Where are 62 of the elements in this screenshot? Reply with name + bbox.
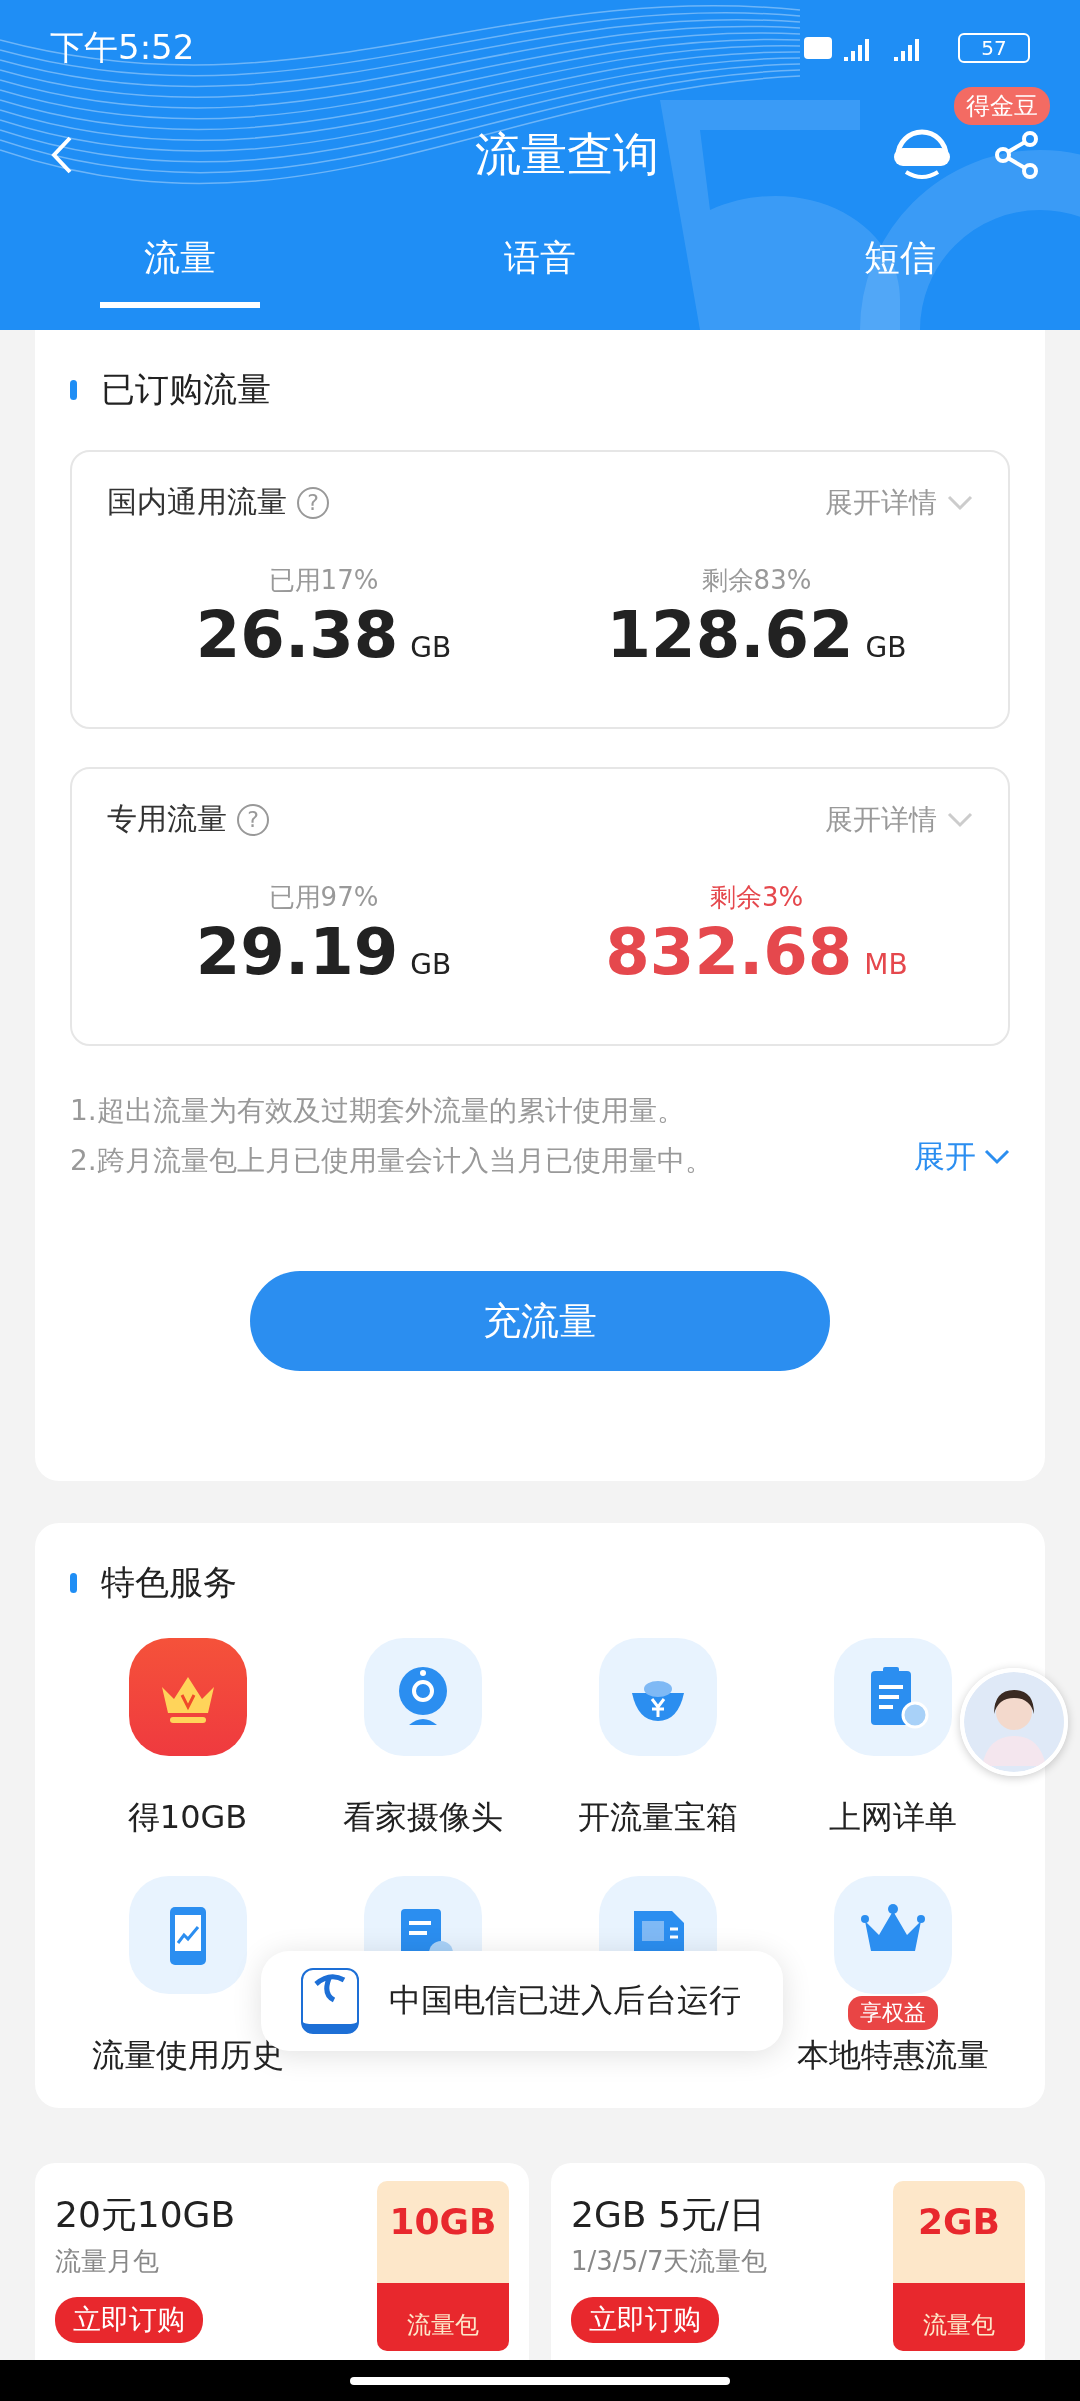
remaining-percent: 剩余83% (701, 564, 812, 597)
remaining-amount: 832.68 (605, 915, 853, 989)
app-icon (301, 1968, 359, 2034)
status-time: 下午5:52 (50, 25, 195, 69)
expand-details-link[interactable]: 展开详情 (825, 800, 937, 839)
icon-background[interactable] (128, 1638, 247, 1756)
service-label[interactable]: 流量使用历史 (91, 2034, 284, 2078)
chevron-down-icon (984, 1149, 1010, 1165)
service-label[interactable]: 上网详单 (828, 1796, 957, 1840)
toast-text: 中国电信已进入后台运行 (389, 1980, 741, 2021)
section-title: 特色服务 (101, 1561, 237, 1604)
back-icon[interactable] (50, 135, 74, 175)
unit-label: GB (865, 631, 907, 664)
used-amount: 26.38 (195, 598, 399, 672)
section-title: 已订购流量 (101, 368, 271, 411)
recharge-button[interactable]: 充流量 (250, 1271, 830, 1371)
data-pack-graphic: 10GB 流量包 (377, 2181, 509, 2351)
home-indicator[interactable] (350, 2376, 730, 2385)
note-text: 2.跨月流量包上月已使用量会计入当月已使用量中。 (70, 1143, 714, 1179)
expand-link[interactable]: 展开 (914, 1136, 1010, 1186)
pool-name: 国内通用流量 (107, 483, 287, 521)
tab[interactable]: 短信 (820, 215, 980, 308)
icon-background[interactable] (363, 1638, 482, 1756)
remaining-percent: 剩余3% (709, 881, 804, 914)
help-icon[interactable]: ? (297, 486, 329, 519)
offer-card[interactable]: 2GB 5元/日 1/3/5/7天流量包 立即订购 2GB 流量包 (551, 2163, 1045, 2360)
offer-card[interactable]: 20元10GB 流量月包 立即订购 10GB 流量包 (35, 2163, 529, 2360)
page-title: 流量查询 (474, 126, 660, 183)
unit-label: MB (864, 948, 908, 981)
icon-background[interactable] (128, 1876, 247, 1994)
benefit-badge: 享权益 (847, 1996, 938, 2030)
subscribe-button[interactable]: 立即订购 (55, 2297, 203, 2343)
offer-title: 20元10GB (55, 2193, 236, 2237)
offer-title: 2GB 5元/日 (571, 2193, 765, 2237)
expand-details-link[interactable]: 展开详情 (825, 483, 937, 522)
unit-label: GB (410, 948, 452, 981)
service-label[interactable]: 看家摄像头 (342, 1796, 503, 1840)
icon-background[interactable] (598, 1638, 717, 1756)
note-text: 1.超出流量为有效及过期套外流量的累计使用量。 (70, 1093, 686, 1129)
icon-background[interactable] (833, 1876, 952, 1994)
service-label[interactable]: 得10GB (127, 1796, 248, 1840)
service-label[interactable]: 本地特惠流量 (796, 2034, 989, 2078)
icon-background[interactable] (833, 1638, 952, 1756)
section-marker (70, 1573, 77, 1593)
share-icon[interactable] (994, 130, 1040, 180)
subscribe-button[interactable]: 立即订购 (571, 2297, 719, 2343)
tab[interactable]: 流量 (100, 215, 260, 308)
battery-level: 57 (981, 35, 1007, 60)
used-percent: 已用17% (268, 564, 379, 597)
reward-badge[interactable]: 得金豆 (954, 87, 1050, 125)
section-marker (70, 380, 77, 400)
pool-name: 专用流量 (107, 800, 227, 838)
used-percent: 已用97% (268, 881, 379, 914)
used-amount: 29.19 (195, 915, 399, 989)
remaining-amount: 128.62 (606, 598, 854, 672)
offer-subtitle: 流量月包 (55, 2245, 159, 2278)
unit-label: GB (410, 631, 452, 664)
data-pack-graphic: 2GB 流量包 (893, 2181, 1025, 2351)
service-label[interactable]: 开流量宝箱 (577, 1796, 738, 1840)
help-icon[interactable]: ? (237, 803, 269, 836)
offer-subtitle: 1/3/5/7天流量包 (571, 2245, 768, 2278)
tab[interactable]: 语音 (460, 215, 620, 308)
